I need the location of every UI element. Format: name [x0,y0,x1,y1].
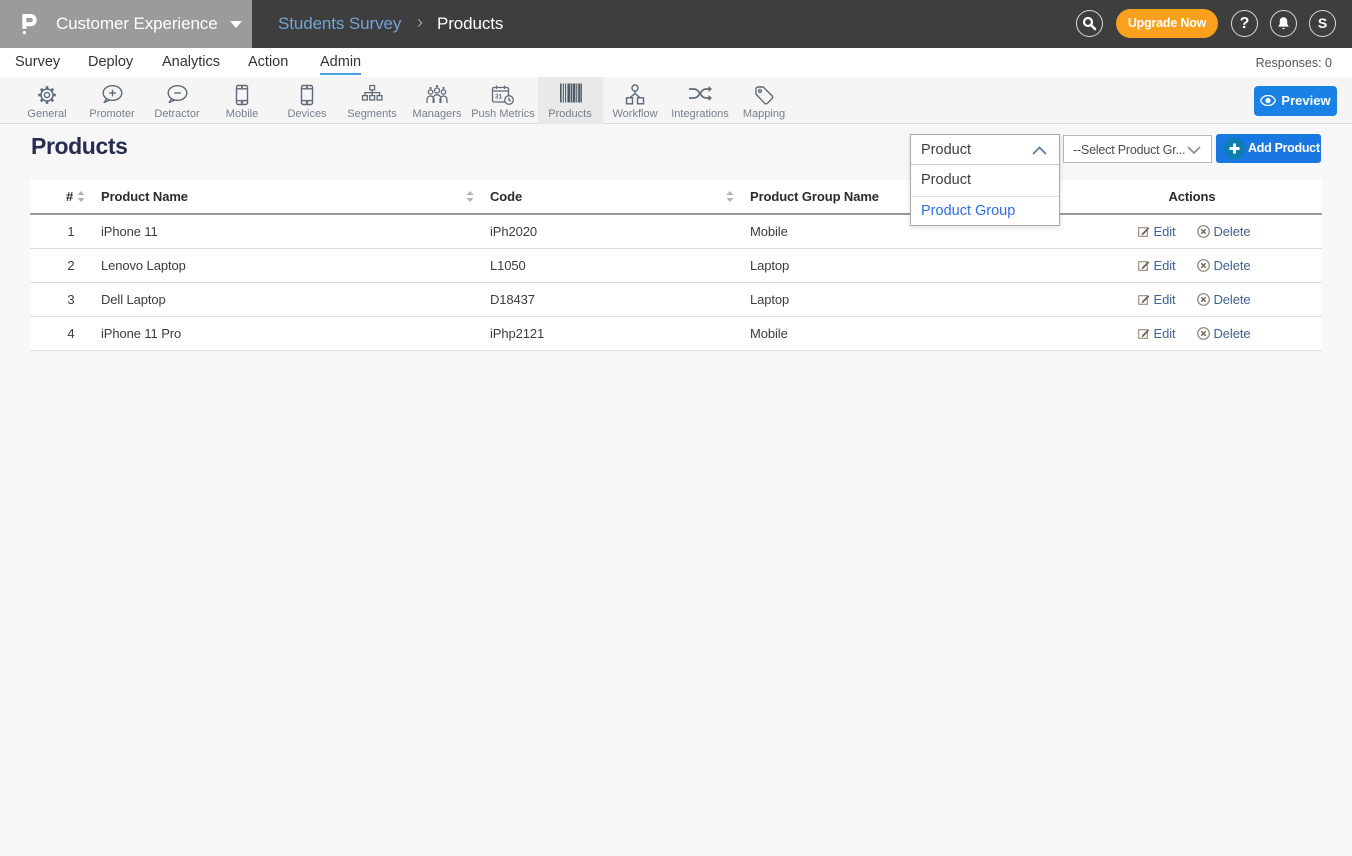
svg-text:31: 31 [495,94,503,101]
